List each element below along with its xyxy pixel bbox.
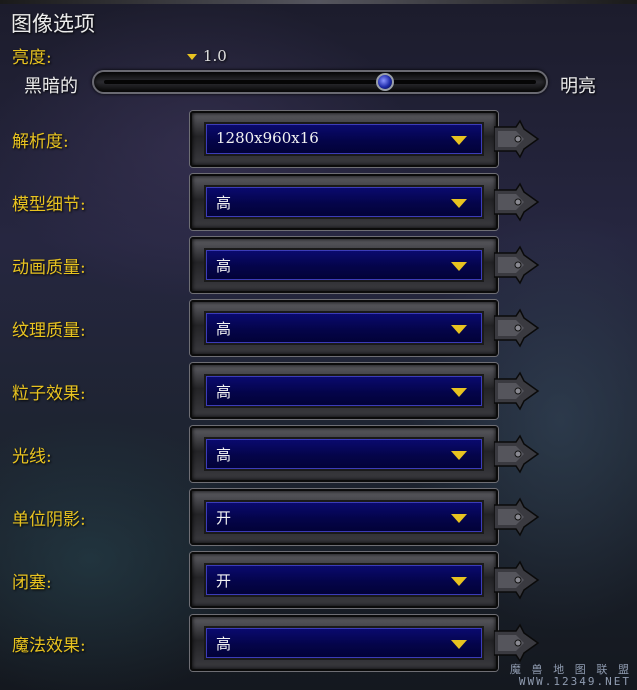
spike-ornament-icon bbox=[494, 623, 540, 663]
dropdown-arrow-icon[interactable] bbox=[451, 640, 467, 649]
page-title: 图像选项 bbox=[11, 12, 95, 36]
dropdown-value: 高 bbox=[216, 446, 232, 464]
dropdown-field: 高 bbox=[204, 626, 484, 660]
dropdown-value: 开 bbox=[216, 509, 232, 527]
setting-7-dropdown[interactable]: 开 bbox=[190, 489, 498, 545]
dropdown-field: 开 bbox=[204, 563, 484, 597]
setting-1-label: 解析度: bbox=[12, 132, 69, 152]
setting-1-dropdown[interactable]: 1280x960x16 bbox=[190, 111, 498, 167]
caret-down-icon bbox=[187, 54, 197, 60]
spike-ornament-icon bbox=[494, 308, 540, 348]
setting-8-label: 闭塞: bbox=[12, 573, 52, 593]
dropdown-field: 高 bbox=[204, 374, 484, 408]
setting-2-label: 模型细节: bbox=[12, 195, 86, 215]
dropdown-arrow-icon[interactable] bbox=[451, 199, 467, 208]
dropdown-arrow-icon[interactable] bbox=[451, 451, 467, 460]
spike-ornament-icon bbox=[494, 560, 540, 600]
setting-5-label: 粒子效果: bbox=[12, 384, 86, 404]
dropdown-value: 开 bbox=[216, 572, 232, 590]
dropdown-arrow-icon[interactable] bbox=[451, 136, 467, 145]
dropdown-field: 高 bbox=[204, 311, 484, 345]
watermark-line2: WWW.12349.NET bbox=[518, 675, 631, 688]
brightness-slider[interactable] bbox=[92, 70, 548, 94]
spike-ornament-icon bbox=[494, 119, 540, 159]
spike-ornament-icon bbox=[494, 434, 540, 474]
setting-9-dropdown[interactable]: 高 bbox=[190, 615, 498, 671]
dropdown-value: 高 bbox=[216, 257, 232, 275]
dropdown-field: 1280x960x16 bbox=[204, 122, 484, 156]
dropdown-arrow-icon[interactable] bbox=[451, 577, 467, 586]
slider-dark-label: 黑暗的 bbox=[24, 76, 78, 97]
slider-knob[interactable] bbox=[375, 73, 394, 91]
brightness-value-text: 1.0 bbox=[203, 47, 227, 65]
setting-5-dropdown[interactable]: 高 bbox=[190, 363, 498, 419]
brightness-label: 亮度: bbox=[12, 48, 52, 68]
setting-2-dropdown[interactable]: 高 bbox=[190, 174, 498, 230]
dropdown-value: 高 bbox=[216, 383, 232, 401]
dropdown-arrow-icon[interactable] bbox=[451, 388, 467, 397]
dropdown-value: 高 bbox=[216, 320, 232, 338]
spike-ornament-icon bbox=[494, 182, 540, 222]
slider-groove bbox=[104, 80, 536, 84]
brightness-value: 1.0 bbox=[187, 47, 227, 65]
dropdown-arrow-icon[interactable] bbox=[451, 262, 467, 271]
dropdown-field: 开 bbox=[204, 500, 484, 534]
setting-3-label: 动画质量: bbox=[12, 258, 86, 278]
setting-4-label: 纹理质量: bbox=[12, 321, 86, 341]
setting-6-label: 光线: bbox=[12, 447, 52, 467]
spike-ornament-icon bbox=[494, 371, 540, 411]
dropdown-value: 1280x960x16 bbox=[216, 129, 319, 147]
dropdown-value: 高 bbox=[216, 194, 232, 212]
dropdown-arrow-icon[interactable] bbox=[451, 514, 467, 523]
setting-9-label: 魔法效果: bbox=[12, 636, 86, 656]
setting-8-dropdown[interactable]: 开 bbox=[190, 552, 498, 608]
setting-6-dropdown[interactable]: 高 bbox=[190, 426, 498, 482]
dropdown-value: 高 bbox=[216, 635, 232, 653]
setting-3-dropdown[interactable]: 高 bbox=[190, 237, 498, 293]
top-frame-border bbox=[0, 0, 637, 4]
watermark: 魔 兽 地 图 联 盟 WWW.12349.NET bbox=[510, 664, 631, 688]
setting-7-label: 单位阴影: bbox=[12, 510, 86, 530]
dropdown-arrow-icon[interactable] bbox=[451, 325, 467, 334]
spike-ornament-icon bbox=[494, 245, 540, 285]
dropdown-field: 高 bbox=[204, 437, 484, 471]
slider-bright-label: 明亮 bbox=[560, 76, 596, 97]
dropdown-field: 高 bbox=[204, 248, 484, 282]
dropdown-field: 高 bbox=[204, 185, 484, 219]
setting-4-dropdown[interactable]: 高 bbox=[190, 300, 498, 356]
spike-ornament-icon bbox=[494, 497, 540, 537]
